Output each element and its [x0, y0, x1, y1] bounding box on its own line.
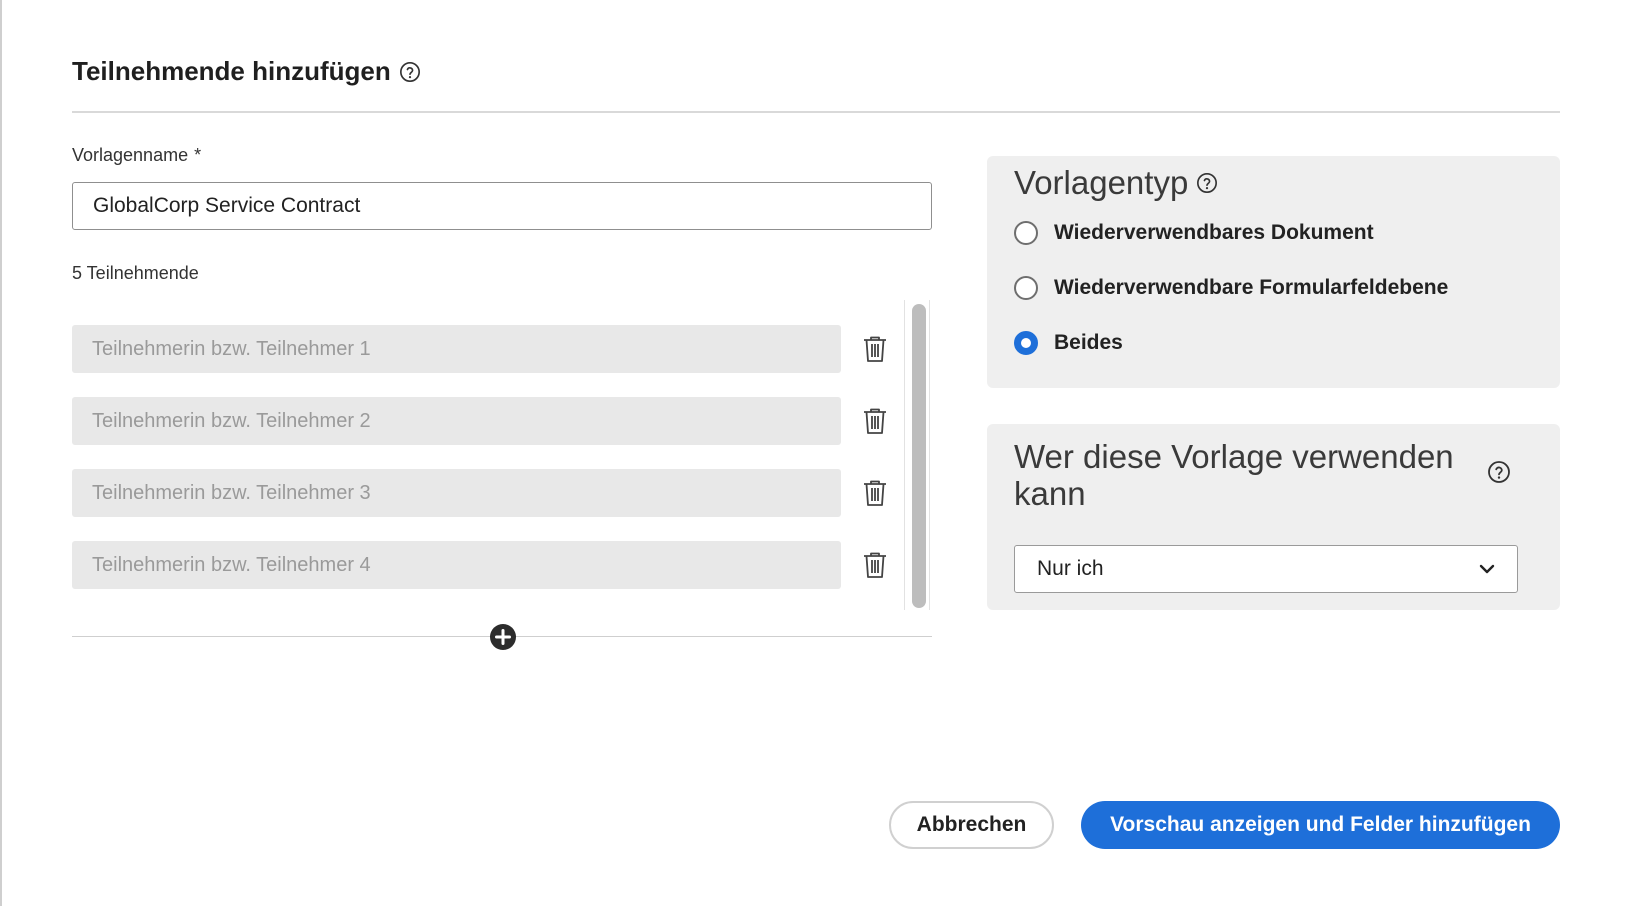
- dialog-header: Teilnehmende hinzufügen: [72, 56, 421, 87]
- participant-row: Teilnehmerin bzw. Teilnehmer 2: [72, 397, 902, 445]
- required-marker: *: [194, 145, 202, 165]
- radio-both[interactable]: Beides: [1014, 331, 1123, 355]
- participant-input-3[interactable]: Teilnehmerin bzw. Teilnehmer 3: [72, 469, 841, 517]
- who-can-use-panel: Wer diese Vorlage verwenden kann Nur ich: [987, 424, 1560, 610]
- scrollbar-thumb[interactable]: [912, 304, 926, 608]
- template-name-input[interactable]: [72, 182, 932, 230]
- participant-input-2[interactable]: Teilnehmerin bzw. Teilnehmer 2: [72, 397, 841, 445]
- cancel-button[interactable]: Abbrechen: [889, 801, 1054, 849]
- help-icon[interactable]: [1487, 460, 1511, 484]
- help-icon[interactable]: [1196, 172, 1218, 194]
- who-can-use-title: Wer diese Vorlage verwenden kann: [1014, 438, 1454, 512]
- radio-label: Wiederverwendbare Formularfeldebene: [1054, 276, 1449, 299]
- radio-label: Wiederverwendbares Dokument: [1054, 221, 1374, 244]
- dialog-title: Teilnehmende hinzufügen: [72, 56, 391, 86]
- radio-label: Beides: [1054, 331, 1123, 354]
- help-icon[interactable]: [399, 61, 421, 83]
- add-participants-dialog: Teilnehmende hinzufügen Vorlagenname* 5 …: [0, 0, 1626, 906]
- template-type-panel: Vorlagentyp Wiederverwendbares Dokument …: [987, 156, 1560, 388]
- select-value: Nur ich: [1037, 557, 1104, 580]
- participant-input-1[interactable]: Teilnehmerin bzw. Teilnehmer 1: [72, 325, 841, 373]
- radio-button[interactable]: [1014, 276, 1038, 300]
- radio-button[interactable]: [1014, 221, 1038, 245]
- trash-icon[interactable]: [861, 479, 889, 507]
- participant-scrollbar[interactable]: [904, 300, 930, 610]
- template-type-header: Vorlagentyp: [1014, 164, 1218, 202]
- radio-reusable-form-field-layer[interactable]: Wiederverwendbare Formularfeldebene: [1014, 276, 1448, 300]
- participant-row: Teilnehmerin bzw. Teilnehmer 4: [72, 541, 902, 589]
- participant-count-label: 5 Teilnehmende: [72, 263, 199, 283]
- who-can-use-select[interactable]: Nur ich: [1014, 545, 1518, 593]
- trash-icon[interactable]: [861, 551, 889, 579]
- template-name-label-text: Vorlagenname: [72, 145, 189, 165]
- header-divider: [72, 111, 1560, 113]
- preview-and-add-fields-button[interactable]: Vorschau anzeigen und Felder hinzufügen: [1081, 801, 1560, 849]
- radio-button-selected[interactable]: [1014, 331, 1038, 355]
- template-type-title: Vorlagentyp: [1014, 164, 1189, 201]
- participant-row: Teilnehmerin bzw. Teilnehmer 1: [72, 325, 902, 373]
- trash-icon[interactable]: [861, 335, 889, 363]
- participant-input-4[interactable]: Teilnehmerin bzw. Teilnehmer 4: [72, 541, 841, 589]
- chevron-down-icon: [1479, 564, 1495, 574]
- participant-row: Teilnehmerin bzw. Teilnehmer 3: [72, 469, 902, 517]
- plus-circle-icon[interactable]: [489, 623, 517, 651]
- template-name-label: Vorlagenname *: [72, 145, 201, 166]
- radio-reusable-document[interactable]: Wiederverwendbares Dokument: [1014, 221, 1374, 245]
- trash-icon[interactable]: [861, 407, 889, 435]
